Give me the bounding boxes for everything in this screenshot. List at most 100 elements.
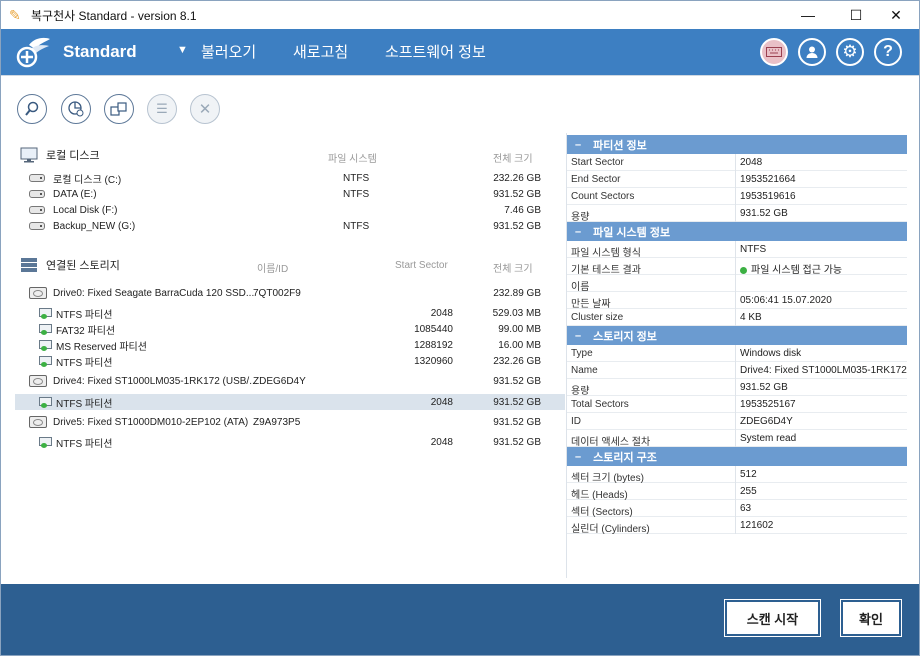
keyboard-icon[interactable] xyxy=(760,38,788,66)
scan-start-button[interactable]: 스캔 시작 xyxy=(724,599,821,637)
disk-filesystem: NTFS xyxy=(343,220,370,232)
property-value-text: System read xyxy=(740,433,797,444)
menu-software-info[interactable]: 소프트웨어 정보 xyxy=(385,41,486,62)
property-divider xyxy=(735,362,736,379)
property-value: 05:06:41 15.07.2020 xyxy=(740,295,832,306)
storage-size: 931.52 GB xyxy=(493,396,541,408)
storage-size: 931.52 GB xyxy=(493,436,541,448)
footer-bar: 스캔 시작 확인 xyxy=(1,584,919,655)
drive-row[interactable]: Drive5: Fixed ST1000DM010-2EP102 (ATA) Z9… xyxy=(15,414,565,430)
angel-logo-icon xyxy=(16,37,50,68)
col-filesystem-header: 파일 시스템 xyxy=(328,154,377,165)
brand-label: Standard xyxy=(63,42,137,61)
user-icon[interactable] xyxy=(798,38,826,66)
scan-icon[interactable] xyxy=(61,94,91,124)
property-row: 용량 931.52 GB xyxy=(567,205,907,223)
collapse-icon[interactable]: – xyxy=(575,330,581,342)
collapse-icon[interactable]: – xyxy=(575,139,581,151)
storage-name: NTFS 파티션 xyxy=(56,438,113,450)
help-icon[interactable]: ? xyxy=(874,38,902,66)
close-icon[interactable]: ✕ xyxy=(190,94,220,124)
storage-header: 연결된 스토리지 xyxy=(20,255,120,275)
property-value: ZDEG6D4Y xyxy=(740,416,793,427)
property-value: NTFS xyxy=(740,244,766,255)
col-size-header-2: 전체 크기 xyxy=(493,264,533,275)
property-divider xyxy=(735,379,736,396)
disk-name: 로컬 디스크 (C:) xyxy=(53,174,122,186)
storage-stack-icon xyxy=(21,258,37,272)
partition-icon xyxy=(39,324,52,336)
property-value: 512 xyxy=(740,469,757,480)
property-key: 섹터 크기 (bytes) xyxy=(571,473,644,484)
local-disk-row[interactable]: 로컬 디스크 (C:) NTFS 232.26 GB xyxy=(15,170,565,186)
property-section-header[interactable]: – 파일 시스템 정보 xyxy=(567,222,907,241)
property-key: 파일 시스템 형식 xyxy=(571,248,641,259)
partition-row[interactable]: NTFS 파티션 2048 529.03 MB xyxy=(15,305,565,321)
gear-icon[interactable]: ⚙ xyxy=(836,38,864,66)
partition-row[interactable]: NTFS 파티션 2048 931.52 GB xyxy=(15,394,565,410)
partition-row[interactable]: FAT32 파티션 1085440 99.00 MB xyxy=(15,321,565,337)
partition-row[interactable]: NTFS 파티션 1320960 232.26 GB xyxy=(15,353,565,369)
property-section-header[interactable]: – 스토리지 구조 xyxy=(567,447,907,466)
property-row: Start Sector 2048 xyxy=(567,154,907,171)
storage-title: 연결된 스토리지 xyxy=(46,260,120,272)
property-divider xyxy=(735,205,736,222)
property-row: ID ZDEG6D4Y xyxy=(567,413,907,430)
property-key: End Sector xyxy=(571,174,621,185)
local-disk-row[interactable]: DATA (E:) NTFS 931.52 GB xyxy=(15,186,565,202)
hard-disk-icon xyxy=(29,221,45,230)
property-key: ID xyxy=(571,416,581,427)
drive-row[interactable]: Drive0: Fixed Seagate BarraCuda 120 SSD.… xyxy=(15,285,565,301)
minimize-button[interactable]: — xyxy=(785,1,831,29)
partition-icon xyxy=(39,340,52,352)
copy-icon[interactable] xyxy=(104,94,134,124)
start-sector: 2048 xyxy=(430,396,453,408)
property-divider xyxy=(735,500,736,517)
list-icon[interactable]: ☰ xyxy=(147,94,177,124)
partition-row[interactable]: NTFS 파티션 2048 931.52 GB xyxy=(15,434,565,450)
property-row: Name Drive4: Fixed ST1000LM035-1RK172 xyxy=(567,362,907,379)
storage-size: 232.89 GB xyxy=(493,287,541,299)
property-value-text: 2048 xyxy=(740,157,763,168)
drive-icon xyxy=(29,416,47,428)
ok-button[interactable]: 확인 xyxy=(840,599,902,637)
property-value-text: ZDEG6D4Y xyxy=(740,416,793,427)
local-disk-row[interactable]: Backup_NEW (G:) NTFS 931.52 GB xyxy=(15,218,565,234)
dropdown-arrow-icon[interactable]: ▼ xyxy=(177,44,188,56)
property-row: 이름 xyxy=(567,275,907,293)
collapse-icon[interactable]: – xyxy=(575,226,581,238)
collapse-icon[interactable]: – xyxy=(575,451,581,463)
storage-name: NTFS 파티션 xyxy=(56,357,113,369)
local-disk-row[interactable]: Local Disk (F:) 7.46 GB xyxy=(15,202,565,218)
property-section-header[interactable]: – 스토리지 정보 xyxy=(567,326,907,345)
property-value: 1953519616 xyxy=(740,191,796,202)
property-row: 실린더 (Cylinders) 121602 xyxy=(567,517,907,535)
property-value-text: 1953521664 xyxy=(740,174,796,185)
storage-id: ZDEG6D4Y xyxy=(253,375,306,387)
property-key: Total Sectors xyxy=(571,399,629,410)
toolbar: ☰ ✕ xyxy=(1,75,919,133)
property-section-header[interactable]: – 파티션 정보 xyxy=(567,135,907,154)
property-key: 실린더 (Cylinders) xyxy=(571,524,650,535)
storage-name: MS Reserved 파티션 xyxy=(56,341,147,353)
partition-icon xyxy=(39,308,52,320)
property-value-text: 63 xyxy=(740,503,752,514)
drive-row[interactable]: Drive4: Fixed ST1000LM035-1RK172 (USB/..… xyxy=(15,373,565,389)
property-value: 2048 xyxy=(740,157,762,168)
start-sector: 1085440 xyxy=(414,323,453,335)
property-row: 섹터 크기 (bytes) 512 xyxy=(567,466,907,484)
property-value: 4 KB xyxy=(740,312,762,323)
menu-refresh[interactable]: 새로고침 xyxy=(293,41,348,62)
menu-load[interactable]: 불러오기 xyxy=(201,41,256,62)
partition-row[interactable]: MS Reserved 파티션 1288192 16.00 MB xyxy=(15,337,565,353)
property-row: 데이터 액세스 절차 System read xyxy=(567,430,907,448)
app-window: ✎ 복구천사 Standard - version 8.1 — ☐ ✕ Stan… xyxy=(0,0,920,656)
property-key: 데이터 액세스 절차 xyxy=(571,437,651,448)
close-window-button[interactable]: ✕ xyxy=(873,1,919,29)
property-key: 용량 xyxy=(571,212,590,223)
search-icon[interactable] xyxy=(17,94,47,124)
property-value-text: 05:06:41 15.07.2020 xyxy=(740,295,832,306)
property-value-text: Drive4: Fixed ST1000LM035-1RK172 xyxy=(740,365,907,376)
start-sector: 1320960 xyxy=(414,355,453,367)
property-row: Type Windows disk xyxy=(567,345,907,362)
